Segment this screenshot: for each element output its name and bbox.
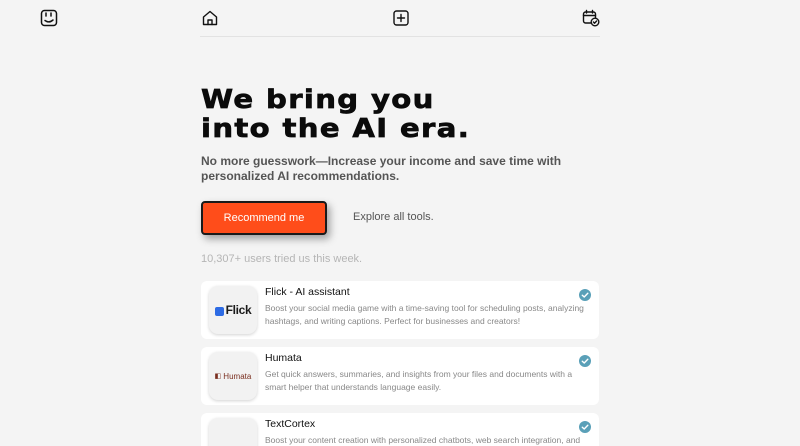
tool-description: Get quick answers, summaries, and insigh… [265,369,573,392]
top-navigation [200,0,600,37]
tool-description: Boost your social media game with a time… [265,303,584,326]
headline-line-1: We bring you [201,85,435,115]
tool-logo: Flick [209,286,257,334]
tool-card-flick[interactable]: Flick Flick - AI assistant Boost your so… [201,281,599,339]
humata-logo-icon: ◧ [214,373,222,380]
flick-logo-icon [214,306,224,316]
tool-card-textcortex[interactable]: TextCortex Boost your content creation w… [201,413,599,446]
tool-logo: ◧ Humata [209,352,257,400]
explore-all-tools-link[interactable]: Explore all tools. [353,211,434,223]
tool-card-humata[interactable]: ◧ Humata Humata Get quick answers, summa… [201,347,599,405]
page-subheadline: No more guesswork—Increase your income a… [201,154,562,183]
tool-logo-text: Humata [223,371,252,381]
tool-description: Boost your content creation with persona… [265,435,581,445]
verified-badge-icon [579,355,591,367]
plus-square-icon[interactable] [392,9,410,27]
face-logo-icon[interactable] [40,9,58,27]
tool-title: Humata [265,352,302,364]
home-icon[interactable] [201,9,219,27]
page-headline: We bring you into the AI era. [201,85,671,144]
verified-badge-icon [579,421,591,433]
verified-badge-icon [579,289,591,301]
tool-title: Flick - AI assistant [265,286,350,298]
calendar-check-icon[interactable] [582,9,600,27]
recommend-me-button[interactable]: Recommend me [201,201,327,235]
tool-logo-text: Flick [225,303,252,317]
users-count-note: 10,307+ users tried us this week. [201,253,363,265]
hero-section: We bring you into the AI era. [201,85,621,144]
tool-logo [209,418,257,446]
tool-title: TextCortex [265,418,316,430]
headline-line-2: into the AI era. [201,114,471,144]
